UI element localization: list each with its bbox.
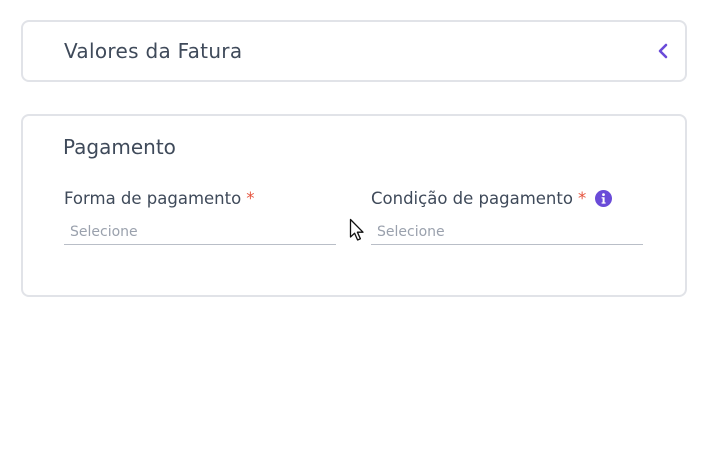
payment-condition-label-row: Condição de pagamento * bbox=[371, 186, 643, 210]
payment-panel: Pagamento Forma de pagamento * Selecione… bbox=[21, 114, 687, 297]
payment-method-label: Forma de pagamento bbox=[64, 188, 242, 208]
invoice-values-title: Valores da Fatura bbox=[64, 39, 243, 63]
payment-condition-placeholder: Selecione bbox=[377, 224, 445, 240]
mouse-cursor-icon bbox=[349, 218, 364, 241]
payment-condition-label: Condição de pagamento bbox=[371, 188, 573, 208]
payment-method-field: Forma de pagamento * Selecione bbox=[64, 186, 336, 245]
info-circle-icon[interactable] bbox=[595, 189, 613, 207]
invoice-values-panel[interactable]: Valores da Fatura bbox=[21, 20, 687, 82]
payment-title: Pagamento bbox=[63, 135, 176, 159]
required-mark: * bbox=[246, 188, 255, 208]
payment-condition-field: Condição de pagamento * Selecione bbox=[371, 186, 643, 245]
chevron-left-icon[interactable] bbox=[656, 43, 670, 59]
required-mark: * bbox=[577, 188, 587, 208]
payment-method-placeholder: Selecione bbox=[70, 224, 138, 240]
payment-method-label-row: Forma de pagamento * bbox=[64, 186, 336, 210]
payment-condition-select[interactable]: Selecione bbox=[371, 220, 643, 245]
payment-method-select[interactable]: Selecione bbox=[64, 220, 336, 245]
